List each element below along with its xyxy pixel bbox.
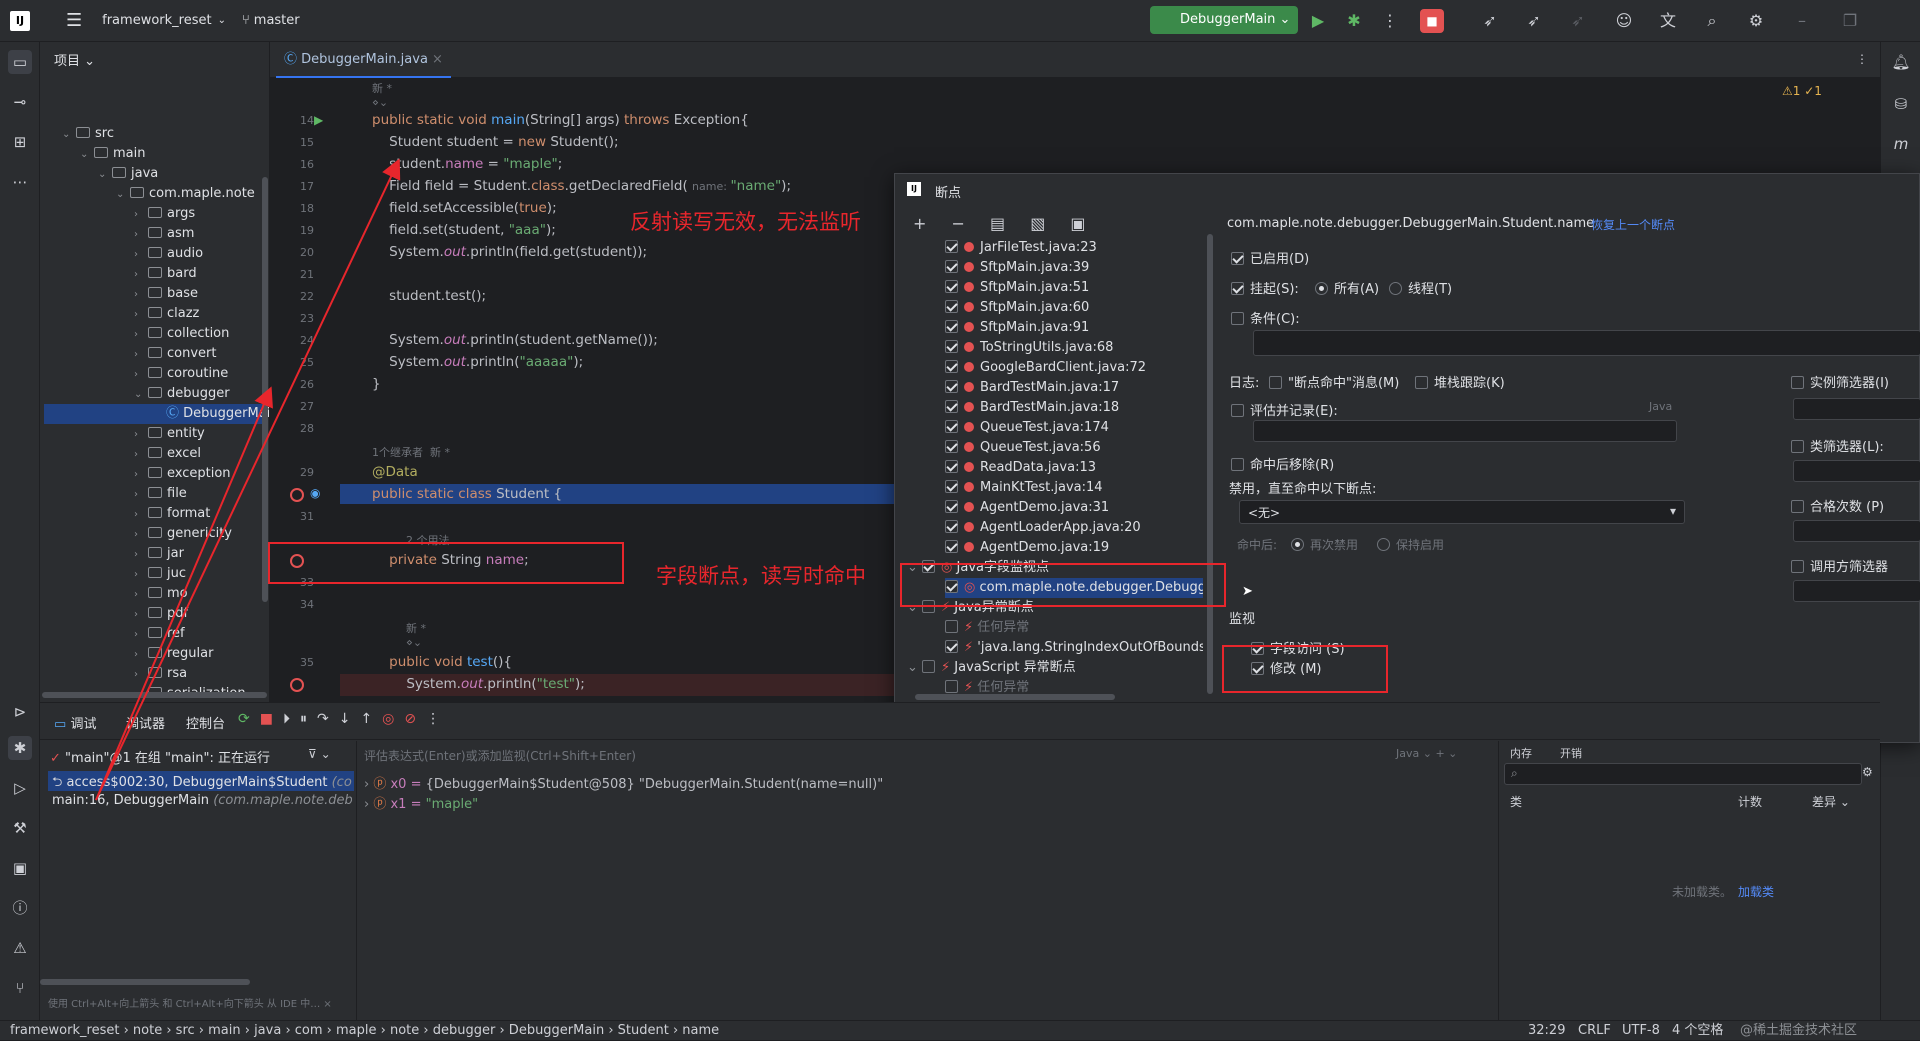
annotation-arrows xyxy=(95,158,401,801)
annotation-arrow-2 xyxy=(95,386,273,801)
annotation-arrow-1 xyxy=(95,158,401,801)
